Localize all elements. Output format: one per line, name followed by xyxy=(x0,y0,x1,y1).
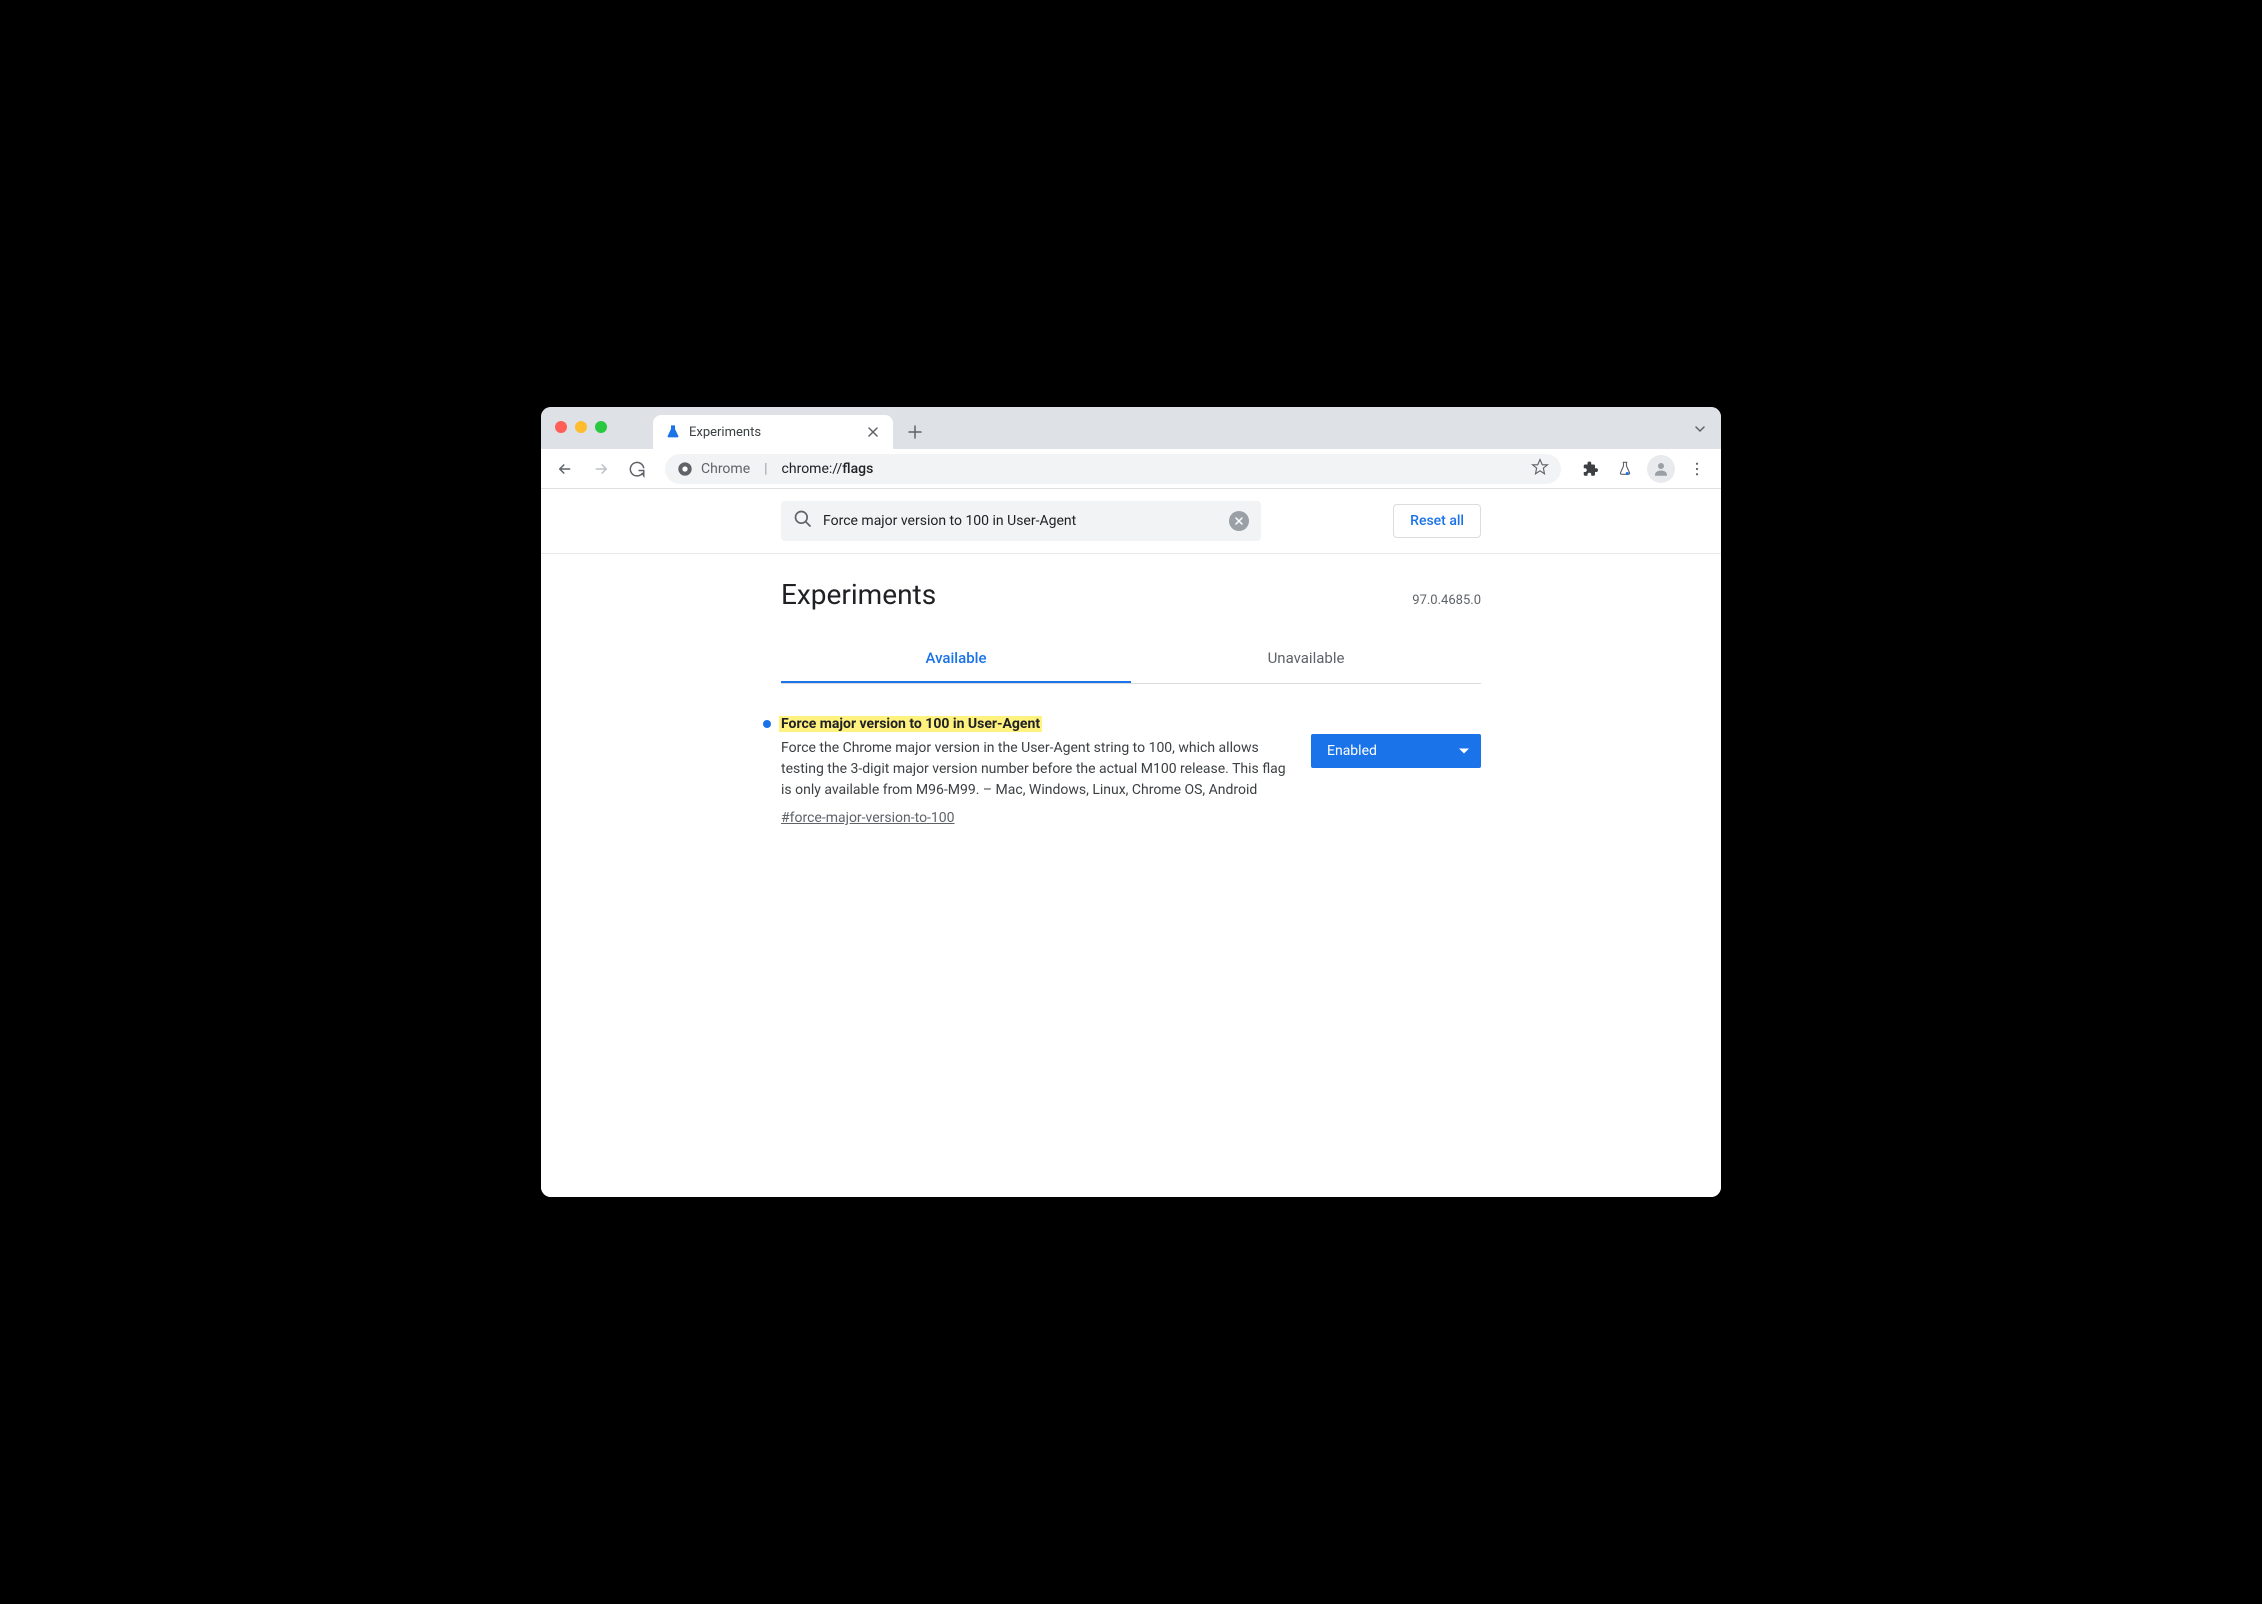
page-body: Experiments 97.0.4685.0 Available Unavai… xyxy=(541,554,1721,850)
flag-select-wrap: Enabled xyxy=(1311,734,1481,768)
flag-title-row: Force major version to 100 in User-Agent xyxy=(763,716,1287,732)
tab-strip: Available Unavailable xyxy=(781,635,1481,684)
omnibox-separator: | xyxy=(764,461,767,477)
forward-button[interactable] xyxy=(585,453,617,485)
tab-title: Experiments xyxy=(689,425,857,440)
search-icon xyxy=(793,509,813,533)
labs-flask-icon[interactable] xyxy=(1609,453,1641,485)
maximize-window-button[interactable] xyxy=(595,421,607,433)
reset-all-button[interactable]: Reset all xyxy=(1393,504,1481,538)
search-input[interactable] xyxy=(823,513,1219,529)
clear-search-icon[interactable] xyxy=(1229,511,1249,531)
toolbar: Chrome | chrome://flags xyxy=(541,449,1721,489)
flag-anchor-link[interactable]: #force-major-version-to-100 xyxy=(781,810,955,826)
version-label: 97.0.4685.0 xyxy=(1412,593,1481,608)
search-wrap xyxy=(781,501,1261,541)
profile-avatar[interactable] xyxy=(1645,453,1677,485)
close-tab-icon[interactable] xyxy=(865,424,881,440)
tab-unavailable[interactable]: Unavailable xyxy=(1131,635,1481,683)
reload-button[interactable] xyxy=(621,453,653,485)
flag-state-select[interactable]: Enabled xyxy=(1311,734,1481,768)
flask-icon xyxy=(665,424,681,440)
content-area: Reset all Experiments 97.0.4685.0 Availa… xyxy=(541,489,1721,1197)
omnibox-url: chrome://flags xyxy=(782,461,874,477)
flag-text: Force major version to 100 in User-Agent… xyxy=(781,716,1287,826)
traffic-lights xyxy=(555,421,607,433)
extensions-icon[interactable] xyxy=(1573,453,1605,485)
kebab-menu-icon[interactable] xyxy=(1681,453,1713,485)
omnibox-label: Chrome xyxy=(701,461,750,477)
search-bar-row: Reset all xyxy=(541,489,1721,554)
flag-row: Force major version to 100 in User-Agent… xyxy=(781,716,1481,826)
modified-dot-icon xyxy=(763,720,771,728)
chevron-down-icon[interactable] xyxy=(1693,421,1707,440)
new-tab-button[interactable] xyxy=(901,418,929,446)
minimize-window-button[interactable] xyxy=(575,421,587,433)
close-window-button[interactable] xyxy=(555,421,567,433)
browser-tab[interactable]: Experiments xyxy=(653,415,893,449)
bookmark-star-icon[interactable] xyxy=(1531,458,1549,480)
tab-available[interactable]: Available xyxy=(781,635,1131,683)
page-title: Experiments xyxy=(781,578,936,611)
flag-description: Force the Chrome major version in the Us… xyxy=(781,738,1287,801)
chrome-icon xyxy=(677,461,693,477)
back-button[interactable] xyxy=(549,453,581,485)
browser-window: Experiments Chrome | chrome://flag xyxy=(541,407,1721,1197)
titlebar: Experiments xyxy=(541,407,1721,449)
header-row: Experiments 97.0.4685.0 xyxy=(781,578,1481,611)
omnibox[interactable]: Chrome | chrome://flags xyxy=(665,454,1561,484)
flag-title: Force major version to 100 in User-Agent xyxy=(779,716,1042,732)
